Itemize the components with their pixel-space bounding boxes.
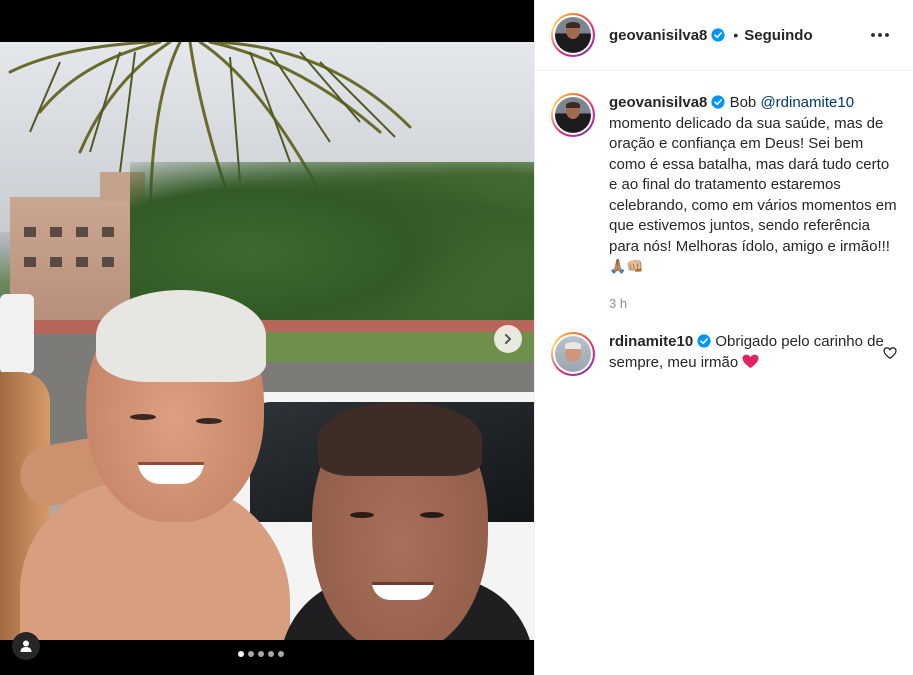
user-tag-button[interactable] xyxy=(12,632,40,660)
post-sidebar: geovanisilva8 • Seguindo geovanisilva8 B… xyxy=(534,0,913,675)
author-username[interactable]: geovanisilva8 xyxy=(609,27,707,44)
chevron-right-icon xyxy=(505,334,511,344)
carousel-dot xyxy=(248,651,254,657)
verified-badge-icon xyxy=(697,334,711,348)
caption-emojis: 🙏🏽👊🏼 xyxy=(609,259,644,275)
following-button[interactable]: Seguindo xyxy=(744,27,812,44)
heart-outline-icon[interactable] xyxy=(883,346,897,360)
verified-badge-icon xyxy=(711,95,725,109)
verified-badge-icon xyxy=(711,28,725,42)
caption: geovanisilva8 Bob @rdinamite10 momento d… xyxy=(551,93,897,314)
post-media xyxy=(0,0,534,675)
carousel-dot xyxy=(278,651,284,657)
caption-text: momento delicado da sua saúde, mas de or… xyxy=(609,114,897,255)
carousel-next-button[interactable] xyxy=(494,325,522,353)
caption-username[interactable]: geovanisilva8 xyxy=(609,94,707,111)
caption-avatar[interactable] xyxy=(551,93,595,137)
author-avatar[interactable] xyxy=(551,13,595,57)
caption-mention-link[interactable]: @rdinamite10 xyxy=(760,94,854,111)
more-options-button[interactable] xyxy=(869,24,891,46)
carousel-dot xyxy=(238,651,244,657)
carousel-indicator xyxy=(238,651,284,657)
comments-list: geovanisilva8 Bob @rdinamite10 momento d… xyxy=(535,71,913,376)
commenter-username[interactable]: rdinamite10 xyxy=(609,333,693,350)
comment-item: rdinamite10 Obrigado pelo carinho de sem… xyxy=(551,332,897,376)
caption-prefix: Bob xyxy=(729,94,757,111)
red-heart-emoji-icon xyxy=(742,354,759,368)
carousel-dot xyxy=(258,651,264,657)
post-header: geovanisilva8 • Seguindo xyxy=(535,0,913,71)
post-photo[interactable] xyxy=(0,42,534,640)
user-tag-icon xyxy=(20,640,32,652)
separator-dot: • xyxy=(733,27,739,43)
carousel-dot xyxy=(268,651,274,657)
commenter-avatar[interactable] xyxy=(551,332,595,376)
more-options-icon xyxy=(871,33,889,37)
post-timestamp[interactable]: 3 h xyxy=(609,294,897,315)
